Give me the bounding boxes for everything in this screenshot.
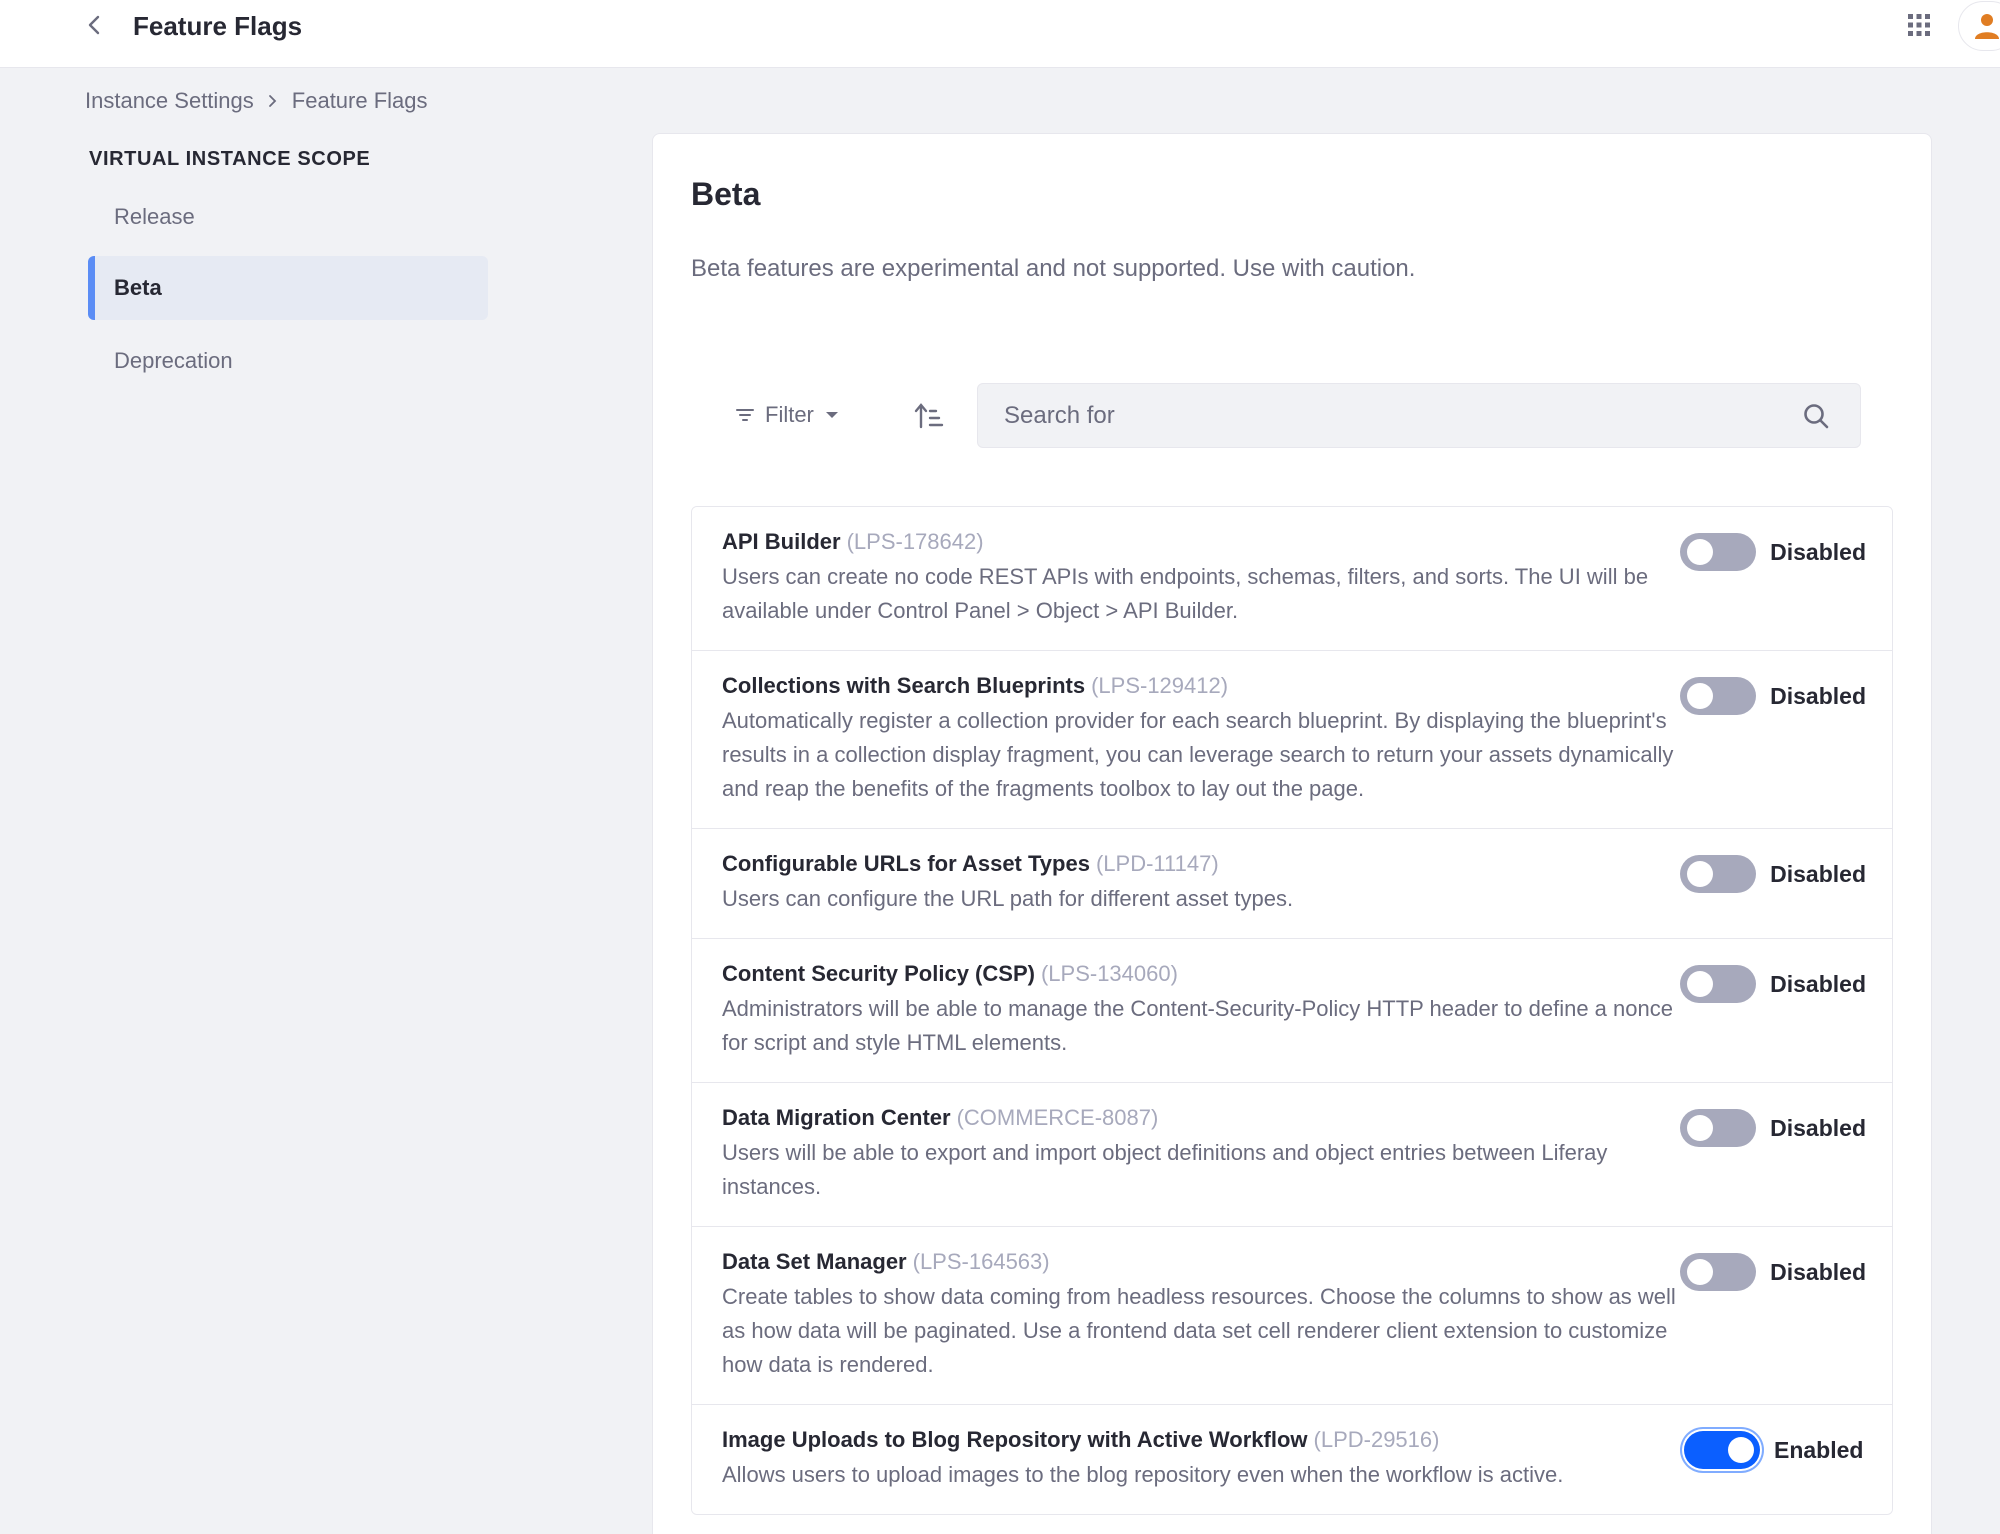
apps-menu-button[interactable]	[1904, 10, 1934, 40]
flag-description: Users can create no code REST APIs with …	[722, 564, 1649, 623]
toggle-knob	[1687, 1115, 1714, 1141]
back-button[interactable]	[80, 10, 110, 40]
flag-ticket-id: (LPD-29516)	[1313, 1427, 1440, 1452]
breadcrumb: Instance Settings Feature Flags	[85, 88, 428, 114]
breadcrumb-item-instance-settings[interactable]: Instance Settings	[85, 88, 254, 114]
flag-toggle[interactable]: Enabled	[1684, 1431, 1866, 1469]
user-avatar-button[interactable]	[1958, 1, 2000, 51]
search-button[interactable]	[1798, 398, 1834, 434]
filter-icon	[736, 409, 754, 421]
section-title: Beta	[691, 176, 761, 212]
flag-description: Automatically register a collection prov…	[722, 708, 1674, 801]
beta-features-panel: Beta Beta features are experimental and …	[652, 133, 1932, 1534]
sort-button[interactable]	[911, 398, 947, 434]
toggle-switch[interactable]	[1680, 533, 1757, 571]
toggle-switch[interactable]	[1680, 1253, 1757, 1291]
search-field	[977, 383, 1861, 448]
feature-flag-list: API Builder (LPS-178642) Users can create…	[691, 506, 1893, 1515]
flag-ticket-id: (LPS-164563)	[912, 1249, 1050, 1274]
grid-icon	[1908, 14, 1930, 36]
flag-toggle[interactable]: Disabled	[1680, 533, 1866, 571]
flag-toggle[interactable]: Disabled	[1680, 677, 1866, 715]
feature-flag-row: Data Migration Center (COMMERCE-8087) Use…	[692, 1083, 1892, 1227]
flag-status-label: Disabled	[1770, 860, 1866, 887]
sidebar-item-label: Beta	[114, 275, 162, 300]
flag-ticket-id: (LPS-178642)	[846, 529, 984, 554]
flag-status-label: Enabled	[1774, 1436, 1864, 1463]
feature-flag-row: Image Uploads to Blog Repository with Ac…	[692, 1405, 1892, 1514]
flag-name: Data Migration Center	[722, 1105, 951, 1130]
feature-flag-row: API Builder (LPS-178642) Users can create…	[692, 507, 1892, 651]
toggle-switch[interactable]	[1680, 677, 1757, 715]
page-title: Feature Flags	[133, 11, 303, 41]
flag-status-label: Disabled	[1770, 682, 1866, 709]
feature-flag-row: Content Security Policy (CSP) (LPS-134060…	[692, 939, 1892, 1083]
flag-ticket-id: (LPS-134060)	[1040, 961, 1178, 986]
flag-ticket-id: (COMMERCE-8087)	[956, 1105, 1159, 1130]
breadcrumb-item-feature-flags[interactable]: Feature Flags	[292, 88, 428, 114]
flag-name: Image Uploads to Blog Repository with Ac…	[722, 1427, 1308, 1452]
sidebar-item-beta[interactable]: Beta	[88, 256, 488, 320]
toggle-switch[interactable]	[1680, 855, 1757, 893]
flag-description: Allows users to upload images to the blo…	[722, 1462, 1564, 1487]
flag-status-label: Disabled	[1770, 538, 1866, 565]
flag-status-label: Disabled	[1770, 970, 1866, 997]
toggle-knob	[1687, 971, 1714, 997]
flag-name: Content Security Policy (CSP)	[722, 961, 1035, 986]
flag-description: Administrators will be able to manage th…	[722, 996, 1673, 1055]
flag-name: Collections with Search Blueprints	[722, 673, 1086, 698]
flag-ticket-id: (LPS-129412)	[1091, 673, 1229, 698]
flag-status-label: Disabled	[1770, 1258, 1866, 1285]
flag-description: Users can configure the URL path for dif…	[722, 886, 1294, 911]
sidebar-item-label: Release	[114, 204, 195, 229]
flag-toggle[interactable]: Disabled	[1680, 1109, 1866, 1147]
toggle-switch[interactable]	[1680, 1109, 1757, 1147]
search-icon	[1804, 404, 1829, 429]
search-input[interactable]	[978, 384, 1798, 447]
sidebar-item-deprecation[interactable]: Deprecation	[88, 329, 488, 393]
flag-name: Data Set Manager	[722, 1249, 907, 1274]
sidebar-item-label: Deprecation	[114, 348, 233, 373]
filter-dropdown-button[interactable]: Filter	[735, 395, 840, 435]
toggle-knob	[1687, 1259, 1714, 1285]
toggle-knob	[1687, 683, 1714, 709]
flag-toggle[interactable]: Disabled	[1680, 855, 1866, 893]
flag-description: Users will be able to export and import …	[722, 1140, 1608, 1199]
toggle-knob	[1687, 861, 1714, 887]
flag-description: Create tables to show data coming from h…	[722, 1284, 1676, 1377]
user-icon	[1975, 14, 1999, 39]
top-header: Feature Flags	[0, 0, 2000, 68]
feature-flag-row: Collections with Search Blueprints (LPS-1…	[692, 651, 1892, 829]
flag-status-label: Disabled	[1770, 1114, 1866, 1141]
sidebar-item-release[interactable]: Release	[88, 185, 488, 249]
section-description: Beta features are experimental and not s…	[691, 255, 1416, 282]
flag-name: API Builder	[722, 529, 841, 554]
toggle-switch[interactable]	[1684, 1431, 1760, 1469]
chevron-left-icon	[88, 15, 100, 35]
filter-label: Filter	[765, 402, 814, 427]
flag-toggle[interactable]: Disabled	[1680, 965, 1866, 1003]
flag-ticket-id: (LPD-11147)	[1095, 851, 1219, 876]
toggle-knob	[1687, 539, 1714, 565]
toggle-switch[interactable]	[1680, 965, 1757, 1003]
caret-down-icon	[825, 412, 838, 418]
chevron-right-icon	[268, 93, 278, 109]
feature-flag-row: Configurable URLs for Asset Types (LPD-11…	[692, 829, 1892, 939]
flag-toggle[interactable]: Disabled	[1680, 1253, 1866, 1291]
toggle-knob	[1728, 1437, 1754, 1463]
sort-ascending-icon	[914, 403, 944, 429]
sidebar-scope-title: VIRTUAL INSTANCE SCOPE	[89, 148, 371, 170]
feature-flag-row: Data Set Manager (LPS-164563) Create tabl…	[692, 1227, 1892, 1405]
flag-name: Configurable URLs for Asset Types	[722, 851, 1090, 876]
